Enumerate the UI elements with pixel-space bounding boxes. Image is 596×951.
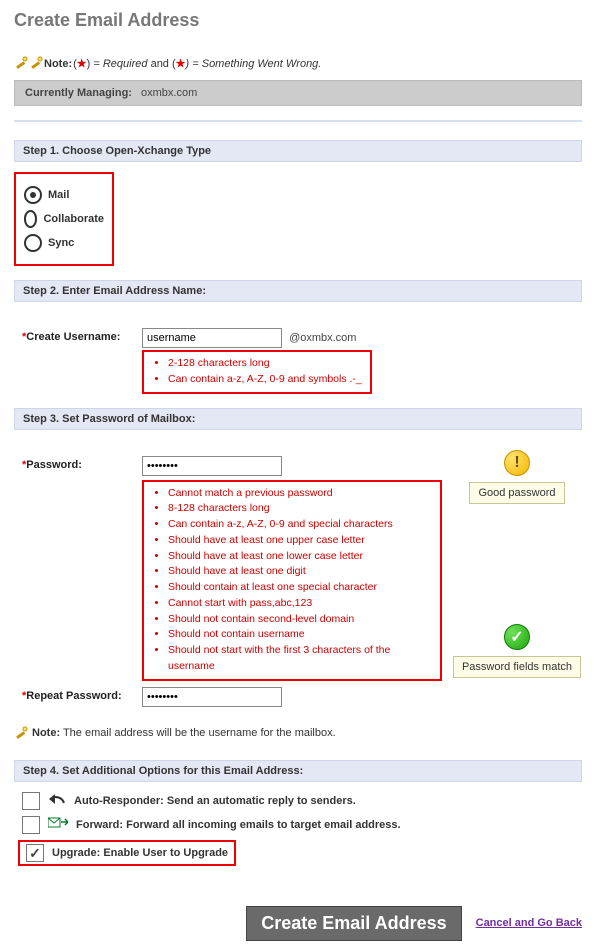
repeat-password-row: *Repeat Password: [22, 687, 442, 707]
step1-highlight: Mail Collaborate Sync [14, 172, 114, 266]
note-username-mailbox: Note: The email address will be the user… [14, 725, 582, 742]
password-label: *Password: [22, 456, 142, 471]
radio-collaborate[interactable]: Collaborate [24, 210, 104, 228]
option-forward[interactable]: Forward: Forward all incoming emails to … [22, 816, 582, 834]
radio-sync[interactable]: Sync [24, 234, 104, 252]
radio-label: Collaborate [43, 213, 104, 225]
username-input[interactable] [142, 328, 282, 348]
password-match-tooltip: Password fields match [453, 656, 581, 678]
create-username-row: *Create Username: @oxmbx.com 2-128 chara… [22, 328, 582, 394]
checkbox-icon [22, 816, 40, 834]
rule-item: Should have at least one upper case lett… [168, 533, 432, 549]
wand-icon [14, 55, 28, 72]
domain-suffix: @oxmbx.com [289, 332, 356, 344]
repeat-password-label: *Repeat Password: [22, 687, 142, 702]
radio-icon [24, 234, 42, 252]
checkbox-icon [26, 844, 44, 862]
rule-item: Can contain a-z, A-Z, 0-9 and symbols .-… [168, 372, 362, 388]
wand-icon [14, 725, 28, 742]
radio-label: Mail [48, 189, 69, 201]
currently-managing-bar: Currently Managing: oxmbx.com [14, 80, 582, 106]
note-text: (★) = Required and (★) = Something Went … [73, 57, 321, 70]
option-label: Auto-Responder: Send an automatic reply … [74, 795, 356, 807]
create-username-label: *Create Username: [22, 328, 142, 343]
reply-icon [48, 793, 66, 808]
rule-item: Should have at least one lower case lett… [168, 549, 432, 565]
repeat-password-input[interactable] [142, 687, 282, 707]
username-rules: 2-128 characters long Can contain a-z, A… [142, 350, 372, 394]
option-label: Upgrade: Enable User to Upgrade [52, 847, 228, 859]
managing-label: Currently Managing: [25, 87, 132, 99]
rule-item: Should have at least one digit [168, 564, 432, 580]
radio-icon [24, 210, 37, 228]
rule-item: 8-128 characters long [168, 501, 432, 517]
divider [14, 120, 582, 122]
option-auto-responder[interactable]: Auto-Responder: Send an automatic reply … [22, 792, 582, 810]
rule-item: Should not contain username [168, 627, 432, 643]
envelope-forward-icon [48, 817, 68, 832]
warning-icon: ! [504, 450, 530, 476]
rule-item: Cannot match a previous password [168, 486, 432, 502]
password-input[interactable] [142, 456, 282, 476]
password-rules: Cannot match a previous password 8-128 c… [142, 480, 442, 681]
checkbox-icon [22, 792, 40, 810]
note-required-wrong: Note: (★) = Required and (★) = Something… [14, 55, 582, 72]
rule-item: Should contain at least one special char… [168, 580, 432, 596]
rule-item: Should not contain second-level domain [168, 612, 432, 628]
cancel-link[interactable]: Cancel and Go Back [476, 917, 582, 929]
note-label: Note: [44, 58, 72, 70]
step2-header: Step 2. Enter Email Address Name: [14, 280, 582, 302]
option-label: Forward: Forward all incoming emails to … [76, 819, 401, 831]
rule-item: Should not start with the first 3 charac… [168, 643, 432, 675]
radio-label: Sync [48, 237, 74, 249]
password-row: *Password: Cannot match a previous passw… [22, 456, 442, 681]
upgrade-highlight: Upgrade: Enable User to Upgrade [18, 840, 236, 866]
note-text: The email address will be the username f… [60, 727, 336, 739]
option-upgrade[interactable]: Upgrade: Enable User to Upgrade [26, 844, 228, 862]
page-title: Create Email Address [14, 10, 582, 31]
good-password-tooltip: Good password [469, 482, 564, 504]
managing-domain: oxmbx.com [141, 87, 197, 99]
rule-item: Cannot start with pass,abc,123 [168, 596, 432, 612]
rule-item: Can contain a-z, A-Z, 0-9 and special ch… [168, 517, 432, 533]
radio-icon [24, 186, 42, 204]
create-email-button[interactable]: Create Email Address [246, 906, 461, 941]
step1-header: Step 1. Choose Open-Xchange Type [14, 140, 582, 162]
rule-item: 2-128 characters long [168, 356, 362, 372]
step3-header: Step 3. Set Password of Mailbox: [14, 408, 582, 430]
step4-header: Step 4. Set Additional Options for this … [14, 760, 582, 782]
note-label: Note: [32, 727, 60, 739]
check-icon: ✓ [504, 624, 530, 650]
radio-mail[interactable]: Mail [24, 186, 104, 204]
wand-icon [29, 55, 43, 72]
